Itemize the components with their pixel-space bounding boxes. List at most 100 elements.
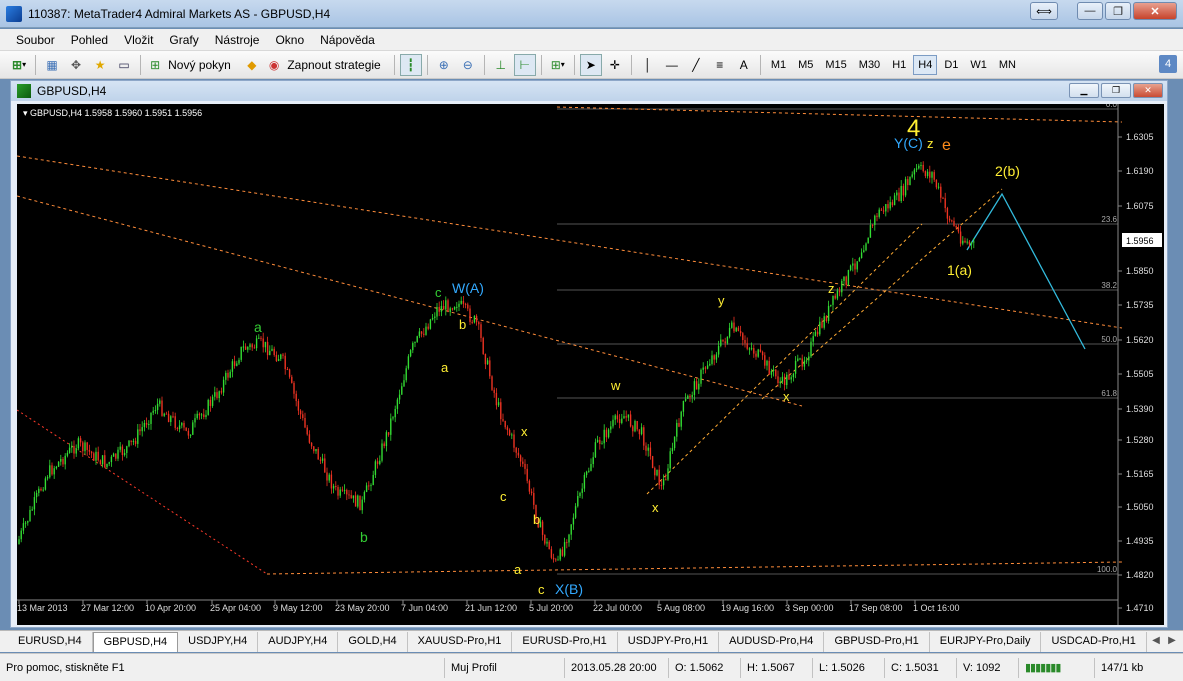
candle-body [880,209,883,211]
timeframe-mn[interactable]: MN [994,55,1021,75]
candle-body [348,494,350,496]
candle-body [612,419,614,427]
menu-okno[interactable]: Okno [267,33,312,47]
chart-tab[interactable]: AUDUSD-Pro,H4 [719,632,825,652]
timeframe-h4[interactable]: H4 [913,54,938,75]
candle-body [854,263,856,270]
menu-pohled[interactable]: Pohled [63,33,116,47]
timeframe-m15[interactable]: M15 [820,55,851,75]
candle-body [486,360,489,365]
chart-tab[interactable]: GBPUSD,H4 [92,632,179,652]
favorites-icon[interactable]: ★ [89,54,111,76]
timeframe-m5[interactable]: M5 [793,55,818,75]
candle-body [684,398,687,401]
candle-body [504,420,506,428]
candle-body [178,425,181,430]
timeframe-w1[interactable]: W1 [965,55,992,75]
candle-body [709,363,711,366]
projection-path[interactable] [966,192,1086,350]
trendline-icon[interactable]: ╱ [685,54,707,76]
chart-tab[interactable]: EURUSD-Pro,H1 [512,632,618,652]
candle-body [264,341,267,348]
zoom-out-icon[interactable]: ⊖ [457,54,479,76]
trendline[interactable] [266,561,1123,575]
fib-level-label: 38.2 [1101,281,1117,290]
candle-body [546,541,548,544]
candle-body [724,341,726,344]
vertical-line-icon[interactable]: │ [637,54,659,76]
tab-next-icon[interactable]: ▶ [1165,632,1179,648]
chart-tab[interactable]: GOLD,H4 [338,632,408,652]
time-tick-label: 13 Mar 2013 [17,603,68,613]
chart-tab[interactable]: USDCAD-Pro,H1 [1041,632,1147,652]
fib-level-label: 50.0 [1101,335,1117,344]
candle-body [929,171,931,178]
price-tick-label: 1.6075 [1126,201,1154,211]
candle-body [761,351,764,356]
candle-body [273,348,275,355]
fib-levels: 0.0 23.6 38.2 50.0 61.8 100.0 [557,104,1118,575]
new-chart-icon[interactable]: ⊞ ▾ [8,54,30,76]
status-profile[interactable]: Muj Profil [445,657,565,678]
terminal-icon[interactable]: ▭ [113,54,135,76]
candle-body [590,464,592,471]
chart-tab[interactable]: USDJPY-Pro,H1 [618,632,720,652]
chart-tab[interactable]: XAUUSD-Pro,H1 [408,632,513,652]
chart-tab[interactable]: EURJPY-Pro,Daily [930,632,1042,652]
new-order-button[interactable]: ⊞ Nový pokyn [146,54,239,76]
candle-body [856,261,858,270]
maximize-button[interactable]: ❐ [1105,2,1131,20]
chart-tab[interactable]: EURUSD,H4 [8,632,93,652]
resize-arrows-icon[interactable]: ⟺ [1030,2,1058,20]
menu-soubor[interactable]: Soubor [8,33,63,47]
chart-tab[interactable]: AUDJPY,H4 [258,632,339,652]
menu-vlozit[interactable]: Vložit [116,33,161,47]
candle-body [68,447,71,453]
bar-chart-icon[interactable]: ┇ [399,53,422,76]
time-axis: 13 Mar 2013 27 Mar 12:00 10 Apr 20:00 25 Ap… [17,600,960,613]
indicators-icon[interactable]: ⊞ ▾ [547,54,569,76]
candle-body [24,522,27,524]
minimize-button[interactable]: — [1077,2,1103,20]
navigator-icon[interactable]: ✥ [65,54,87,76]
chart-shift-icon[interactable]: ⊢ [513,53,536,76]
chart-close-button[interactable]: ✕ [1133,83,1163,98]
chart-minimize-button[interactable]: ▁ [1069,83,1099,98]
fib-level-label: 61.8 [1101,389,1117,398]
chart-canvas[interactable]: 0.023.638.250.061.8100.0 1.63051.61901.6… [17,104,1164,625]
channel-line[interactable] [646,223,923,495]
channel-icon[interactable]: ≡ [709,54,731,76]
timeframe-d1[interactable]: D1 [939,55,963,75]
notification-badge[interactable]: 4 [1159,55,1177,73]
candle-body [695,381,698,390]
metaeditor-icon[interactable]: ◆ [241,54,263,76]
chart-restore-button[interactable]: ❐ [1101,83,1131,98]
start-strategies-button[interactable]: ◉ Zapnout strategie [265,54,389,76]
price-chart[interactable]: 0.0 23.6 38.2 50.0 61.8 100.0 1.6305 1.6190 1.6… [17,104,1164,625]
timeframe-m1[interactable]: M1 [766,55,791,75]
timeframe-h1[interactable]: H1 [887,55,911,75]
menu-nastroje[interactable]: Nástroje [207,33,268,47]
auto-scroll-icon[interactable]: ⊥ [490,54,512,76]
trendline[interactable] [17,195,803,407]
candle-body [277,358,280,362]
menu-grafy[interactable]: Grafy [161,33,206,47]
candle-body [335,485,337,487]
zoom-in-icon[interactable]: ⊕ [433,54,455,76]
market-watch-icon[interactable]: ▦ [41,54,63,76]
timeframe-m30[interactable]: M30 [854,55,885,75]
candle-body [654,468,656,476]
candle-body [823,316,825,328]
crosshair-icon[interactable]: ✛ [604,54,626,76]
close-button[interactable]: ✕ [1133,2,1177,20]
menu-napoveda[interactable]: Nápověda [312,33,383,47]
tab-prev-icon[interactable]: ◀ [1149,632,1163,648]
cursor-icon[interactable]: ➤ [579,53,602,76]
text-icon[interactable]: A [733,54,755,76]
trendline[interactable] [17,155,1123,329]
candle-body [18,539,20,544]
channel-line[interactable] [761,188,1003,400]
chart-tab[interactable]: GBPUSD-Pro,H1 [824,632,930,652]
chart-tab[interactable]: USDJPY,H4 [178,632,259,652]
horizontal-line-icon[interactable]: — [661,54,683,76]
